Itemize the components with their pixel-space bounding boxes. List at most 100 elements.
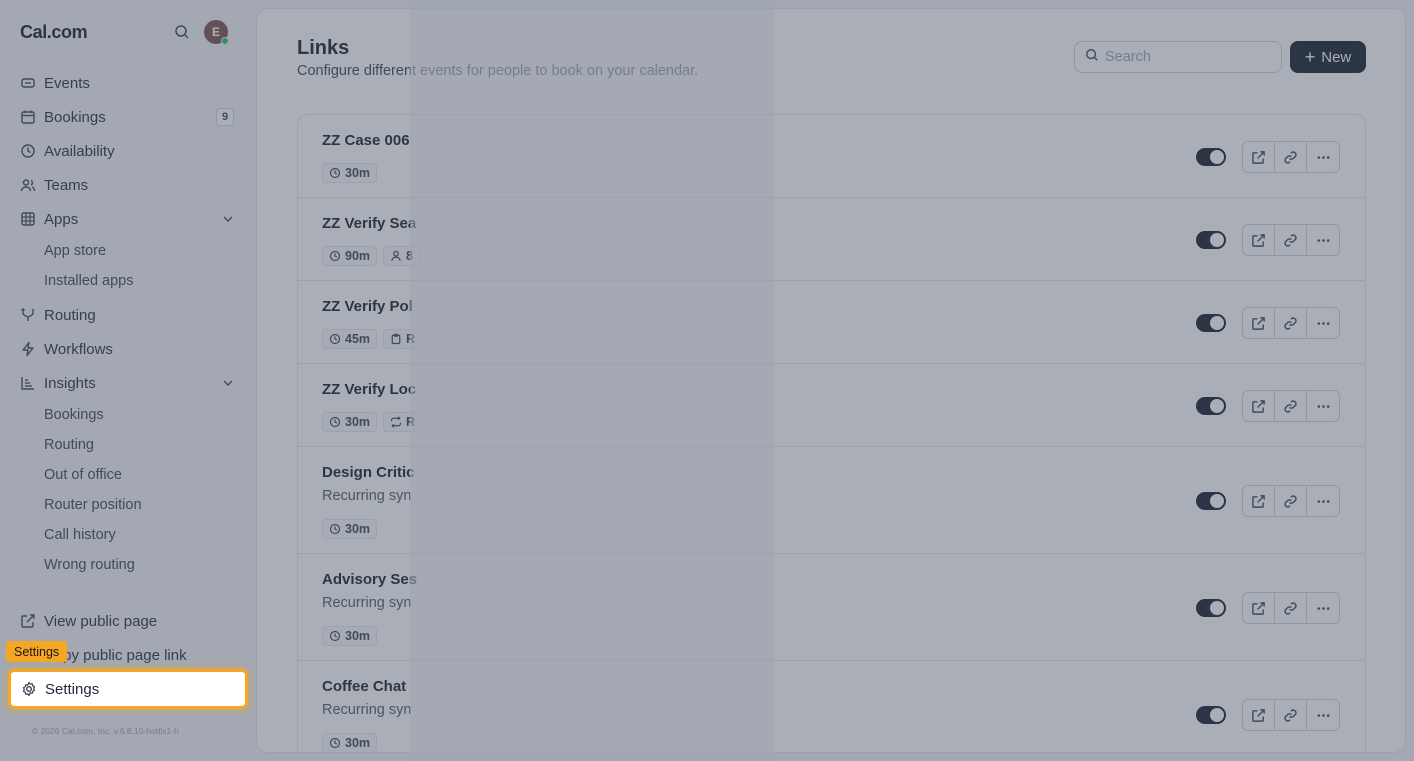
event-chip: 30m [322,733,378,752]
sidebar-subitem-call-history[interactable]: Call history [44,523,116,547]
user-icon [390,250,402,262]
search-icon [1085,48,1099,67]
sidebar-item-apps[interactable]: Apps [12,204,244,234]
event-visibility-toggle[interactable] [1196,397,1226,415]
split-icon [20,307,36,323]
event-visibility-toggle[interactable] [1196,314,1226,332]
link-icon [1283,708,1298,723]
event-chip: 30m [322,163,378,183]
event-meta: 30m [322,626,378,646]
calendar-icon [20,109,36,125]
settings-label: Settings [45,680,100,698]
sidebar-subitem-installed-apps[interactable]: Installed apps [44,269,133,293]
preview-button[interactable] [1243,225,1275,255]
external-link-icon [1251,494,1266,509]
preview-button[interactable] [1243,700,1275,730]
sidebar-item-label: Availability [44,142,115,160]
external-link-icon [1251,150,1266,165]
more-options-button[interactable] [1307,391,1339,421]
preview-button[interactable] [1243,486,1275,516]
more-options-button[interactable] [1307,225,1339,255]
chip-text: 45m [345,332,371,346]
chip-text: 30m [345,629,371,643]
event-actions [1242,390,1340,422]
grid-icon [20,211,36,227]
blurred-panel [410,0,774,761]
preview-button[interactable] [1243,593,1275,623]
more-icon [1316,233,1331,248]
event-title: Design Critic [322,464,415,481]
preview-button[interactable] [1243,308,1275,338]
copy-link-button[interactable] [1275,593,1307,623]
more-icon [1316,399,1331,414]
event-chip: 30m [322,519,378,539]
event-meta: 90m8 [322,246,420,266]
chip-text: 30m [345,166,371,180]
sidebar-subitem-insights-bookings[interactable]: Bookings [44,403,104,427]
clock-icon [329,250,341,262]
sidebar-item-teams[interactable]: Teams [12,170,244,200]
external-link-icon [1251,399,1266,414]
sidebar-item-availability[interactable]: Availability [12,136,244,166]
copy-link-button[interactable] [1275,486,1307,516]
more-icon [1316,150,1331,165]
more-icon [1316,316,1331,331]
repeat-icon [390,416,402,428]
chip-text: 30m [345,736,371,750]
event-chip: 45m [322,329,378,349]
event-visibility-toggle[interactable] [1196,148,1226,166]
more-options-button[interactable] [1307,593,1339,623]
sidebar-item-events[interactable]: Events [12,68,244,98]
event-visibility-toggle[interactable] [1196,599,1226,617]
event-title: ZZ Case 006 [322,132,410,149]
sidebar-item-workflows[interactable]: Workflows [12,334,244,364]
preview-button[interactable] [1243,391,1275,421]
copy-link-button[interactable] [1275,391,1307,421]
chip-text: 90m [345,249,371,263]
event-visibility-toggle[interactable] [1196,231,1226,249]
sidebar-item-settings[interactable]: Settings [8,669,248,709]
search-box[interactable] [1074,41,1282,73]
clock-icon [329,630,341,642]
sidebar-subitem-wrong-routing[interactable]: Wrong routing [44,553,135,577]
sidebar-item-routing[interactable]: Routing [12,300,244,330]
copy-link-button[interactable] [1275,700,1307,730]
avatar[interactable]: E [204,20,229,45]
event-chip: 30m [322,412,378,432]
zap-icon [20,341,36,357]
event-description: Recurring syn [322,702,412,718]
more-icon [1316,494,1331,509]
event-title: Advisory Ses [322,571,418,588]
more-options-button[interactable] [1307,142,1339,172]
view-public-page-link[interactable]: View public page [12,606,244,636]
search-icon[interactable] [172,22,192,42]
event-visibility-toggle[interactable] [1196,706,1226,724]
more-options-button[interactable] [1307,486,1339,516]
event-meta: 30m [322,519,378,539]
sidebar-item-bookings[interactable]: Bookings 9 [12,102,244,132]
preview-button[interactable] [1243,142,1275,172]
link-icon [1283,150,1298,165]
copy-link-button[interactable] [1275,142,1307,172]
copy-link-button[interactable] [1275,308,1307,338]
event-visibility-toggle[interactable] [1196,492,1226,510]
brand-logo: Cal.com [20,22,88,42]
event-meta: 30mR [322,412,423,432]
event-title: ZZ Verify Sea [322,215,417,232]
sidebar-subitem-insights-routing[interactable]: Routing [44,433,94,457]
sidebar-item-label: Insights [44,374,96,392]
sidebar-subitem-app-store[interactable]: App store [44,239,106,263]
external-link-icon [1251,601,1266,616]
copy-link-button[interactable] [1275,225,1307,255]
chevron-down-icon [222,376,234,393]
plus-icon: + [1304,47,1316,67]
sidebar-subitem-router-position[interactable]: Router position [44,493,142,517]
more-options-button[interactable] [1307,308,1339,338]
sidebar-subitem-out-of-office[interactable]: Out of office [44,463,122,487]
search-input[interactable] [1105,49,1275,65]
clock-icon [329,416,341,428]
event-actions [1242,141,1340,173]
sidebar-item-insights[interactable]: Insights [12,368,244,398]
more-options-button[interactable] [1307,700,1339,730]
new-event-button[interactable]: + New [1290,41,1366,73]
